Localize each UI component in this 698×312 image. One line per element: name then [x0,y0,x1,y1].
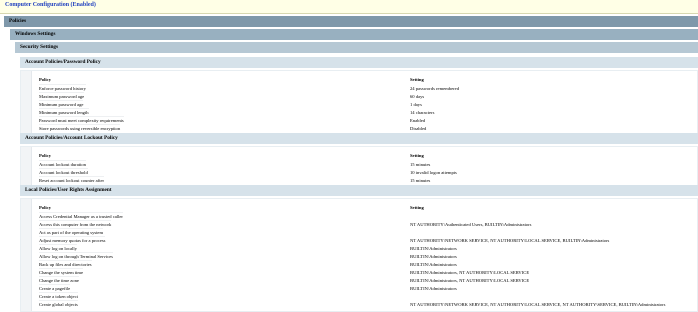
policy-name: Reset account lockout counter after [39,178,105,183]
settings-table: Policy Setting Account lockout duration 15 … [20,146,698,189]
table-gutter [21,71,32,137]
windows-settings-header[interactable]: Windows Settings [10,29,698,40]
policy-setting: BUILTIN\Administrators [410,262,457,267]
policy-setting: NT AUTHORITY\NETWORK SERVICE, NT AUTHORI… [410,302,666,307]
table-row: Store passwords using reversible encrypt… [39,124,426,133]
section-title: Account Policies/Account Lockout Policy [25,135,118,141]
policy-name: Change the time zone [39,278,79,283]
policy-setting: 15 minutes [410,178,431,183]
policies-title: Policies [9,18,27,24]
column-header-policy: Policy [39,153,51,158]
security-settings-header[interactable]: Security Settings [15,42,698,53]
policy-setting: 14 characters [410,110,435,115]
table-header-row: Policy Setting [39,204,424,212]
policy-setting: BUILTIN\Administrators, NT AUTHORITY\LOC… [410,278,530,283]
policy-name: Password must meet complexity requiremen… [39,118,124,123]
policy-name: Allow log on through Terminal Services [39,254,113,259]
section-title: Account Policies/Password Policy [25,59,101,65]
column-header-policy: Policy [39,205,51,210]
table-header-row: Policy Setting [39,152,424,160]
column-header-policy: Policy [39,77,51,82]
policy-setting: 24 passwords remembered [410,86,459,91]
security-settings-title: Security Settings [20,44,59,50]
settings-table: Policy Setting Access Credential Manager a… [20,198,698,312]
policy-name: Minimum password age [39,102,84,107]
policy-name: Create a pagefile [39,286,71,291]
column-header-setting: Setting [410,153,424,158]
policy-name: Access this computer from the network [39,222,112,227]
section-title: Local Policies/User Rights Assignment [25,187,112,193]
policy-setting: Enabled [410,118,426,123]
computer-configuration-header[interactable]: Computer Configuration (Enabled) [0,0,698,14]
section-header[interactable]: Local Policies/User Rights Assignment [20,185,698,196]
policy-setting: BUILTIN\Administrators [410,254,457,259]
policy-setting: 60 days [410,94,425,99]
policy-setting: 1 days [410,102,422,107]
policy-name: Create global objects [39,302,78,307]
policy-name: Store passwords using reversible encrypt… [39,126,121,131]
section-header[interactable]: Account Policies/Password Policy [20,57,698,68]
computer-configuration-title: Computer Configuration (Enabled) [5,2,96,8]
table-row: Reset account lockout counter after 15 mi… [39,176,430,185]
table-row: Create global objects NT AUTHORITY\NETWOR… [39,300,665,309]
policy-name: Minimum password length [39,110,89,115]
section-header[interactable]: Account Policies/Account Lockout Policy [20,133,698,144]
policy-name: Maximum password age [39,94,85,99]
windows-settings-title: Windows Settings [15,31,56,37]
column-header-setting: Setting [410,77,424,82]
policy-setting: 10 invalid logon attempts [410,170,457,175]
column-header-setting: Setting [410,205,424,210]
table-gutter [21,199,32,311]
policy-setting: NT AUTHORITY\NETWORK SERVICE, NT AUTHORI… [410,238,610,243]
policy-name: Change the system time [39,270,84,275]
policies-header[interactable]: Policies [4,16,698,27]
policy-name: Account lockout duration [39,162,86,167]
policy-name: Act as part of the operating system [39,230,104,235]
policy-setting: 15 minutes [410,162,431,167]
policy-name: Adjust memory quotas for a process [39,238,106,243]
table-header-row: Policy Setting [39,76,424,84]
table-gutter [21,147,32,188]
policy-setting: NT AUTHORITY\Authenticated Users, BUILTI… [410,222,532,227]
policy-name: Enforce password history [39,86,86,91]
policy-setting: BUILTIN\Administrators [410,286,457,291]
policy-name: Create a token object [39,294,78,299]
policy-name: Back up files and directories [39,262,92,267]
policy-name: Allow log on locally [39,246,77,251]
policy-setting: BUILTIN\Administrators, NT AUTHORITY\LOC… [410,270,530,275]
policy-setting: Disabled [410,126,427,131]
settings-table: Policy Setting Enforce password history 24 … [20,70,698,138]
policy-name: Account lockout threshold [39,170,88,175]
policy-name: Access Credential Manager as a trusted c… [39,214,123,219]
policy-setting: BUILTIN\Administrators [410,246,457,251]
